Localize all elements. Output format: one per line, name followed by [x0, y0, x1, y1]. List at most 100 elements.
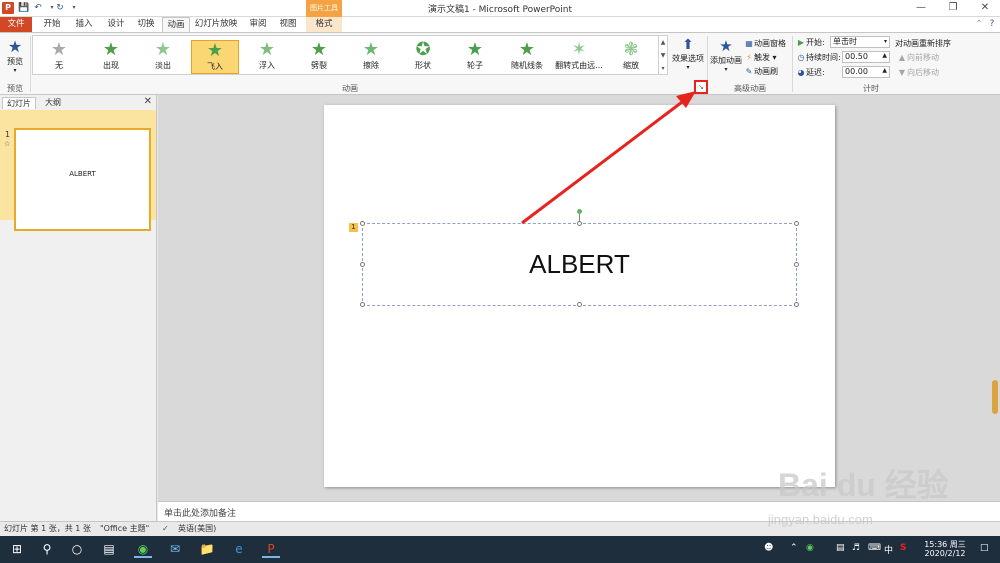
- language-status[interactable]: 英语(美国): [178, 522, 216, 536]
- slide-thumbnail-row[interactable]: 1 ☆ ALBERT: [0, 110, 156, 231]
- resize-handle[interactable]: [360, 302, 365, 307]
- animation-split[interactable]: ★ 劈裂: [295, 40, 343, 74]
- animation-marker-icon: ☆: [4, 140, 11, 148]
- ime-language[interactable]: 中: [884, 543, 893, 556]
- slide-canvas[interactable]: 1 ALBERT: [324, 105, 835, 487]
- duration-label: ◷ 持续时间:: [797, 53, 841, 62]
- tab-review[interactable]: 审阅: [244, 17, 272, 32]
- spellcheck-icon[interactable]: ✓: [162, 522, 169, 536]
- volume-icon[interactable]: ♬: [852, 543, 860, 553]
- duration-stepper[interactable]: 00.50 ▲: [842, 51, 890, 63]
- tab-outline[interactable]: 大纲: [38, 97, 68, 109]
- animation-wheel[interactable]: ★ 轮子: [451, 40, 499, 74]
- add-animation-button[interactable]: ★ 添加动画 ▾: [709, 37, 743, 73]
- notes-placeholder: 单击此处添加备注: [164, 509, 237, 519]
- close-icon[interactable]: ✕: [972, 1, 998, 15]
- resize-handle[interactable]: [794, 221, 799, 226]
- move-later-button[interactable]: ▼ 向后移动: [897, 67, 939, 78]
- animation-none[interactable]: ★ 无: [35, 40, 83, 74]
- resize-handle[interactable]: [360, 221, 365, 226]
- search-icon[interactable]: ⚲: [38, 540, 56, 558]
- animation-dialog-launcher-icon[interactable]: ↘: [694, 80, 708, 94]
- slide-title-text[interactable]: ALBERT: [363, 249, 796, 280]
- redo-icon[interactable]: ↻: [54, 2, 66, 14]
- selected-text-box[interactable]: 1 ALBERT: [349, 209, 799, 307]
- edge-browser-icon[interactable]: e: [230, 540, 248, 558]
- animation-pane-button[interactable]: ▦动画窗格: [744, 38, 786, 49]
- animation-fly-in[interactable]: ★ 飞入: [191, 40, 239, 74]
- delay-stepper[interactable]: 00.00 ▲: [842, 66, 890, 78]
- star-icon: ★: [466, 39, 484, 60]
- slide-thumbnail[interactable]: ALBERT: [14, 128, 151, 231]
- tab-slideshow[interactable]: 幻灯片放映: [192, 17, 240, 32]
- windows-start-icon[interactable]: ⊞: [8, 540, 26, 558]
- animation-wipe[interactable]: ★ 擦除: [347, 40, 395, 74]
- people-icon[interactable]: ☻: [764, 543, 773, 553]
- customize-toolbar-icon[interactable]: ▾: [68, 2, 80, 14]
- preview-button[interactable]: ★ 预览 ▾: [4, 37, 26, 74]
- tab-animations[interactable]: 动画: [162, 17, 190, 32]
- antivirus-icon[interactable]: S: [900, 543, 906, 553]
- delay-label: ◕ 延迟:: [797, 68, 825, 77]
- animation-random-bars[interactable]: ★ 随机线条: [503, 40, 551, 74]
- task-view-circle-icon[interactable]: ○: [68, 540, 86, 558]
- reorder-title: 对动画重新排序: [895, 39, 951, 48]
- task-view-icon[interactable]: ▤: [100, 540, 118, 558]
- save-icon[interactable]: 💾: [18, 2, 30, 14]
- gallery-more-icon[interactable]: ▾: [658, 62, 667, 75]
- wechat-icon[interactable]: ◉: [806, 543, 814, 553]
- close-icon[interactable]: ✕: [144, 96, 152, 107]
- ribbon-collapse-icon[interactable]: ⌃: [974, 17, 984, 32]
- notes-pane[interactable]: 单击此处添加备注: [158, 501, 1000, 521]
- trigger-button[interactable]: ⚡ 触发 ▾: [744, 52, 776, 63]
- resize-handle[interactable]: [577, 221, 582, 226]
- animation-shape[interactable]: ✪ 形状: [399, 40, 447, 74]
- tab-slides[interactable]: 幻灯片: [2, 97, 36, 109]
- tab-transitions[interactable]: 切换: [132, 17, 160, 32]
- animation-fade[interactable]: ★ 淡出: [139, 40, 187, 74]
- animation-grow-turn[interactable]: ✶ 翻转式由远...: [555, 40, 603, 74]
- tab-insert[interactable]: 插入: [70, 17, 98, 32]
- rotation-handle[interactable]: [577, 209, 582, 214]
- gallery-scroll-down-icon[interactable]: ▼: [658, 49, 667, 62]
- powerpoint-app-icon[interactable]: P: [2, 2, 14, 14]
- animation-float-in[interactable]: ★ 浮入: [243, 40, 291, 74]
- vertical-scrollbar-thumb[interactable]: [992, 380, 998, 414]
- tab-file[interactable]: 文件: [0, 17, 32, 32]
- move-earlier-button[interactable]: ▲ 向前移动: [897, 52, 939, 63]
- theme-status: "Office 主题": [100, 524, 150, 533]
- slide-editing-area: 1 ALBERT: [158, 95, 1000, 501]
- maximize-icon[interactable]: ❐: [940, 1, 966, 15]
- tab-view[interactable]: 视图: [274, 17, 302, 32]
- browser-360-icon[interactable]: ◉: [134, 540, 152, 558]
- animation-zoom[interactable]: ❃ 缩放: [607, 40, 655, 74]
- animation-order-tag[interactable]: 1: [349, 223, 358, 232]
- animation-appear[interactable]: ★ 出现: [87, 40, 135, 74]
- network-icon[interactable]: ▤: [836, 543, 845, 553]
- effect-options-button[interactable]: ⬆ 效果选项 ▾: [670, 37, 706, 71]
- slide-count-status: 幻灯片 第 1 张，共 1 张: [4, 524, 91, 533]
- gallery-scroll-up-icon[interactable]: ▲: [658, 36, 667, 49]
- powerpoint-taskbar-icon[interactable]: P: [262, 540, 280, 558]
- help-icon[interactable]: ?: [986, 17, 998, 32]
- ime-mode-icon[interactable]: ⌨: [868, 543, 881, 553]
- effect-options-label: 效果选项: [672, 54, 704, 63]
- animation-painter-icon: ✎: [745, 67, 753, 76]
- animation-pane-icon: ▦: [745, 39, 753, 48]
- tab-design[interactable]: 设计: [102, 17, 130, 32]
- clock-date[interactable]: 2020/2/12: [920, 549, 970, 558]
- undo-icon[interactable]: ↶: [32, 2, 44, 14]
- tray-expand-icon[interactable]: ⌃: [790, 543, 798, 553]
- slide-number: 1: [5, 130, 11, 139]
- notification-center-icon[interactable]: □: [980, 543, 989, 553]
- tab-home[interactable]: 开始: [38, 17, 66, 32]
- resize-handle[interactable]: [794, 302, 799, 307]
- resize-handle[interactable]: [577, 302, 582, 307]
- file-explorer-icon[interactable]: 📁: [198, 540, 216, 558]
- group-separator: [792, 36, 793, 92]
- mail-app-icon[interactable]: ✉: [166, 540, 184, 558]
- minimize-icon[interactable]: —: [908, 1, 934, 15]
- animation-painter-button[interactable]: ✎ 动画刷: [744, 66, 778, 77]
- tab-format[interactable]: 格式: [306, 17, 342, 32]
- start-select[interactable]: 单击时 ▾: [830, 36, 890, 48]
